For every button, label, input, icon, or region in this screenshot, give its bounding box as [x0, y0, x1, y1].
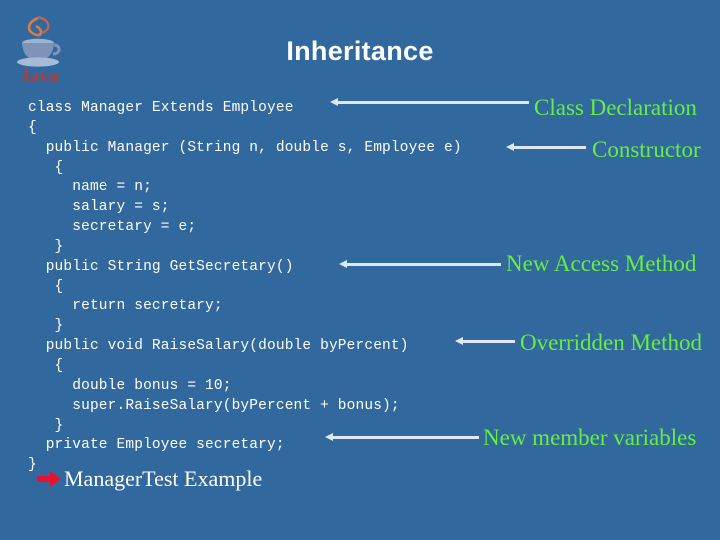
- bullet-label: ManagerTest Example: [64, 466, 263, 491]
- arrow-shaft: [345, 263, 501, 266]
- code-line: salary = s;: [28, 199, 170, 216]
- leader-arrow: [339, 260, 501, 269]
- code-line: name = n;: [28, 179, 152, 196]
- code-line: return secretary;: [28, 298, 223, 315]
- code-line: {: [28, 357, 64, 374]
- code-line: {: [28, 119, 37, 136]
- code-line: double bonus = 10;: [28, 377, 232, 394]
- leader-arrow: [325, 433, 479, 442]
- arrow-shaft: [512, 146, 586, 149]
- steam-swirl-icon: [27, 16, 43, 37]
- slide-canvas: Java Inheritance class Manager Extends E…: [0, 0, 720, 540]
- arrow-shaft: [461, 340, 515, 343]
- leader-arrow: [506, 143, 586, 152]
- code-listing: class Manager Extends Employee{ public M…: [28, 99, 462, 476]
- arrow-shaft: [331, 436, 479, 439]
- red-arrow-bullet-icon: [37, 471, 61, 487]
- bullet-item: ManagerTest Example: [36, 468, 262, 490]
- code-line: public void RaiseSalary(double byPercent…: [28, 338, 409, 355]
- annotation-label: New member variables: [483, 425, 697, 450]
- code-line: }: [28, 318, 64, 335]
- code-line: }: [28, 238, 64, 255]
- annotation-label: New Access Method: [506, 251, 697, 276]
- leader-arrow: [330, 98, 529, 107]
- annotation-label: Class Declaration: [534, 95, 697, 120]
- code-line: super.RaiseSalary(byPercent + bonus);: [28, 397, 400, 414]
- page-title: Inheritance: [286, 36, 434, 66]
- arrow-shaft: [336, 101, 529, 104]
- code-line: {: [28, 278, 64, 295]
- code-line: public Manager (String n, double s, Empl…: [28, 139, 462, 156]
- leader-arrow: [455, 337, 515, 346]
- code-line: {: [28, 159, 64, 176]
- annotation-label: Overridden Method: [520, 330, 703, 355]
- code-line: secretary = e;: [28, 219, 197, 236]
- annotation-label: Constructor: [592, 137, 701, 162]
- java-wordmark: Java: [20, 66, 59, 87]
